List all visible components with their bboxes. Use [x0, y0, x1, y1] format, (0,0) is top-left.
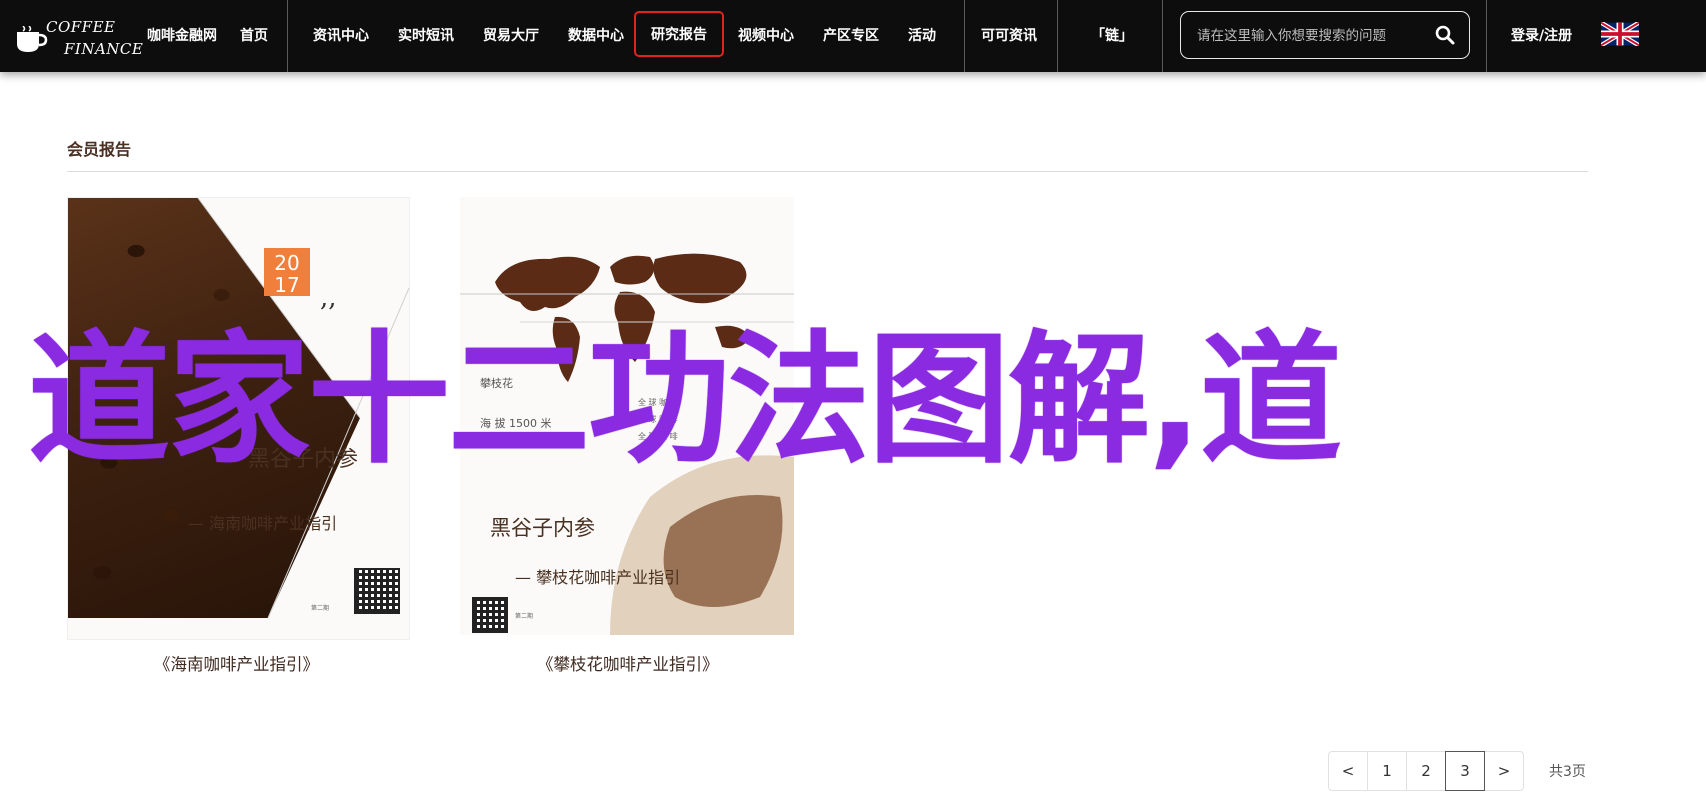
- login-register-link[interactable]: 登录/注册: [1511, 0, 1572, 72]
- nav-divider: [287, 0, 288, 72]
- nav-home[interactable]: 首页: [240, 0, 268, 72]
- section-divider: [67, 171, 1588, 172]
- nav-origin-zone[interactable]: 产区专区: [823, 0, 879, 72]
- cover-year-top: 20: [274, 251, 299, 275]
- svg-text:第二期: 第二期: [515, 612, 533, 620]
- nav-coffee-finance[interactable]: 咖啡金融网: [147, 0, 217, 72]
- svg-text:第二期: 第二期: [311, 604, 329, 612]
- search-input[interactable]: [1195, 23, 1429, 49]
- nav-divider: [1486, 0, 1487, 72]
- svg-text:,,: ,,: [320, 283, 337, 313]
- pagination-total-pages: 共3页: [1549, 764, 1586, 780]
- pagination-page-3-current[interactable]: 3: [1445, 751, 1485, 791]
- nav-events[interactable]: 活动: [908, 0, 936, 72]
- nav-news-center[interactable]: 资讯中心: [313, 0, 369, 72]
- nav-trade-hall[interactable]: 贸易大厅: [483, 0, 539, 72]
- uk-flag-icon[interactable]: [1601, 22, 1639, 46]
- nav-chain[interactable]: 「链」: [1091, 0, 1133, 72]
- coffee-cup-icon: [17, 26, 48, 52]
- section-title: 会员报告: [67, 140, 132, 159]
- pagination-page-1[interactable]: 1: [1367, 751, 1407, 791]
- logo-text-line1: COFFEE: [46, 18, 116, 36]
- nav-video-center[interactable]: 视频中心: [738, 0, 794, 72]
- search-icon[interactable]: [1435, 25, 1455, 45]
- cover-title: 黑谷子内参: [490, 516, 595, 540]
- cover-year-bottom: 17: [274, 273, 299, 297]
- overlay-banner-text: 道家十二功法图解,道: [28, 318, 1342, 483]
- top-navigation-bar: COFFEE FINANCE 咖啡金融网 首页 资讯中心 实时短讯 贸易大厅 数…: [0, 0, 1706, 72]
- cover-subtitle: — 攀枝花咖啡产业指引: [515, 568, 680, 587]
- pagination-page-2[interactable]: 2: [1406, 751, 1446, 791]
- nav-divider: [1162, 0, 1163, 72]
- coffee-finance-logo[interactable]: COFFEE FINANCE: [12, 6, 143, 66]
- qr-code: [354, 568, 400, 614]
- cover-subtitle: — 海南咖啡产业指引: [188, 514, 337, 533]
- report-caption-panzhihua[interactable]: 《攀枝花咖啡产业指引》: [537, 651, 719, 675]
- pagination-prev-button[interactable]: <: [1328, 751, 1368, 791]
- pagination: < 1 2 3 >: [1328, 751, 1524, 791]
- nav-cocoa-news[interactable]: 可可资讯: [981, 0, 1037, 72]
- pagination-next-button[interactable]: >: [1484, 751, 1524, 791]
- nav-research-reports[interactable]: 研究报告: [634, 11, 724, 57]
- nav-divider: [1057, 0, 1058, 72]
- report-caption-hainan[interactable]: 《海南咖啡产业指引》: [154, 651, 319, 675]
- qr-code: [472, 597, 508, 633]
- nav-flash-news[interactable]: 实时短讯: [398, 0, 454, 72]
- nav-divider: [964, 0, 965, 72]
- logo-text-line2: FINANCE: [64, 40, 144, 58]
- search-box: [1180, 11, 1470, 59]
- nav-data-center[interactable]: 数据中心: [568, 0, 624, 72]
